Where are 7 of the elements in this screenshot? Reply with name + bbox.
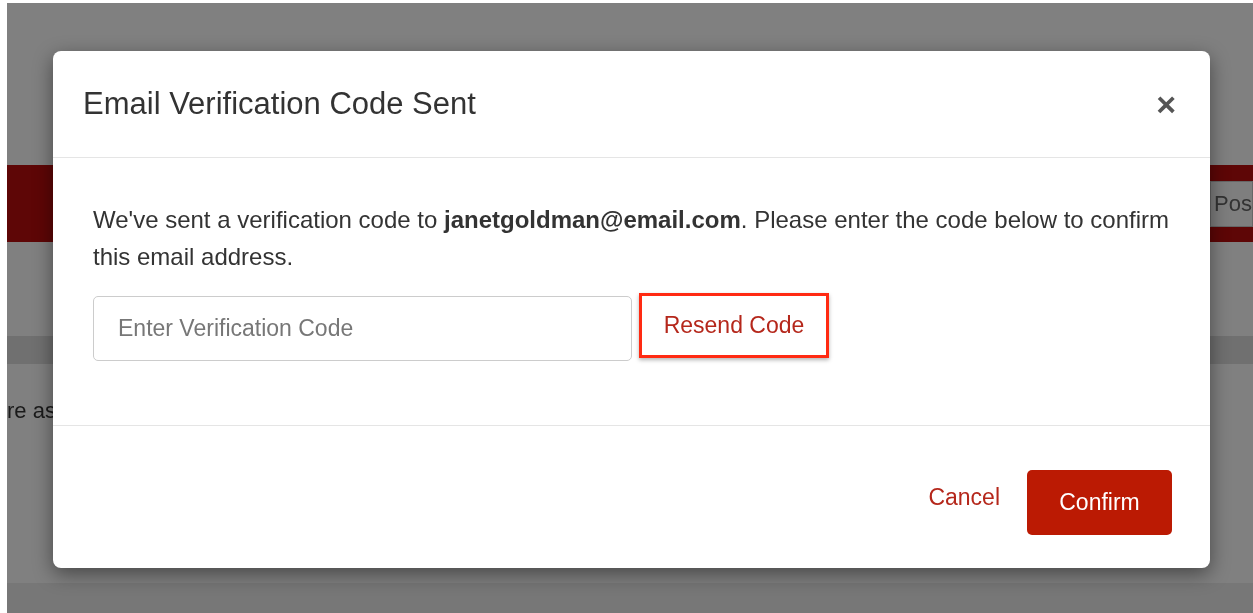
- cancel-button[interactable]: Cancel: [928, 479, 1000, 515]
- verification-code-field[interactable]: Enter Verification Code: [93, 296, 632, 361]
- dialog-title: Email Verification Code Sent: [83, 84, 476, 123]
- resend-code-link[interactable]: Resend Code: [639, 293, 829, 358]
- confirm-button[interactable]: Confirm: [1027, 469, 1172, 535]
- close-button[interactable]: ×: [1152, 87, 1180, 121]
- message-text: We've sent a verification code to janetgoldman@email.com. Please enter the code below to confirm this email address.: [93, 205, 1171, 272]
